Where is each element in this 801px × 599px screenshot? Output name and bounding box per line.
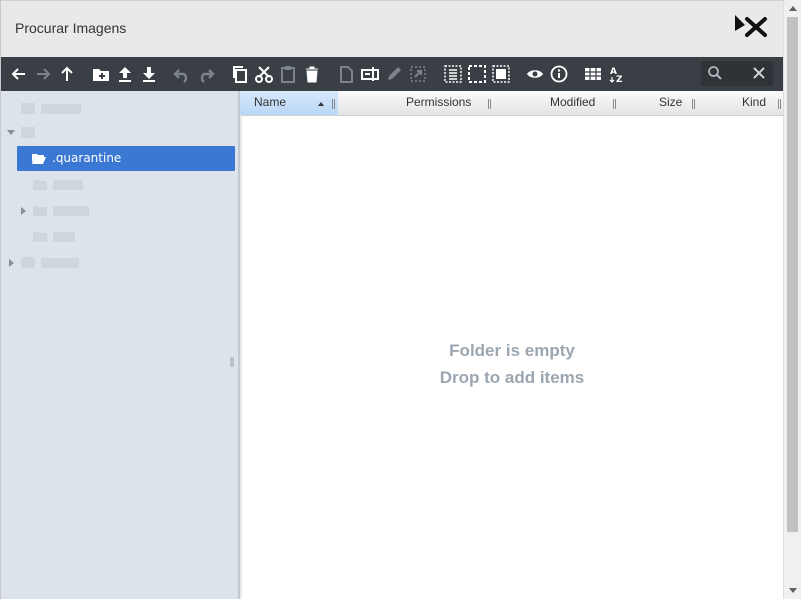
- drive-icon: [21, 257, 35, 268]
- back-icon[interactable]: [8, 63, 30, 85]
- file-browser-dialog: Procurar Imagens A Z .quarantine Name Pe…: [0, 0, 784, 599]
- dialog-titlebar: Procurar Imagens: [1, 0, 784, 57]
- blurred-label: [41, 104, 81, 114]
- folder-tree: .quarantine: [1, 91, 240, 599]
- chevron-right-icon[interactable]: [21, 207, 26, 215]
- tree-item[interactable]: [1, 252, 240, 274]
- column-resize-grip[interactable]: [778, 99, 781, 109]
- scroll-thumb[interactable]: [787, 17, 798, 532]
- clear-search-icon[interactable]: [751, 65, 767, 81]
- column-name[interactable]: Name: [254, 95, 286, 109]
- resize-handle[interactable]: [230, 357, 234, 367]
- search-box[interactable]: [701, 61, 773, 86]
- column-resize-grip[interactable]: [613, 99, 616, 109]
- sort-icon[interactable]: AZ: [606, 63, 628, 85]
- drive-icon: [21, 103, 35, 114]
- scroll-up-icon[interactable]: [789, 6, 797, 11]
- column-size[interactable]: Size: [659, 95, 682, 109]
- up-icon[interactable]: [56, 63, 78, 85]
- blurred-label: [53, 206, 89, 216]
- empty-folder-message: Folder is empty Drop to add items: [242, 337, 782, 391]
- tree-item[interactable]: [1, 122, 240, 144]
- tree-item[interactable]: [1, 200, 240, 222]
- cut-icon[interactable]: [253, 63, 275, 85]
- scroll-down-icon[interactable]: [789, 588, 797, 593]
- preview-icon[interactable]: [524, 63, 546, 85]
- column-header: Name Permissions Modified Size Kind: [240, 91, 784, 116]
- invert-selection-icon[interactable]: [490, 63, 512, 85]
- edit-icon[interactable]: [383, 63, 405, 85]
- resize-icon[interactable]: [407, 63, 429, 85]
- close-icon[interactable]: [731, 11, 771, 41]
- blurred-label: [53, 232, 75, 242]
- chevron-down-icon[interactable]: [7, 130, 15, 135]
- download-icon[interactable]: [138, 63, 160, 85]
- column-resize-grip[interactable]: [488, 99, 491, 109]
- undo-icon[interactable]: [171, 63, 193, 85]
- empty-line-2: Drop to add items: [439, 368, 585, 387]
- folder-icon: [33, 206, 47, 216]
- tree-item[interactable]: [1, 226, 240, 248]
- select-none-icon[interactable]: [466, 63, 488, 85]
- upload-icon[interactable]: [114, 63, 136, 85]
- blurred-label: [53, 180, 83, 190]
- tree-item-quarantine[interactable]: .quarantine: [17, 146, 235, 171]
- new-folder-icon[interactable]: [90, 63, 112, 85]
- paste-icon[interactable]: [277, 63, 299, 85]
- toolbar: AZ: [1, 57, 784, 91]
- duplicate-icon[interactable]: [335, 63, 357, 85]
- info-icon[interactable]: [548, 63, 570, 85]
- column-resize-grip[interactable]: [692, 99, 695, 109]
- sort-ascending-icon: [318, 102, 324, 106]
- dialog-title: Procurar Imagens: [15, 20, 127, 36]
- view-list-icon[interactable]: [582, 63, 604, 85]
- file-list-pane: Name Permissions Modified Size Kind Fold…: [240, 91, 784, 599]
- column-modified[interactable]: Modified: [550, 95, 595, 109]
- copy-icon[interactable]: [229, 63, 251, 85]
- folder-open-icon: [32, 154, 46, 164]
- rename-icon[interactable]: [359, 63, 381, 85]
- folder-icon: [33, 180, 47, 190]
- drive-icon: [21, 127, 35, 138]
- search-input[interactable]: [727, 63, 751, 85]
- tree-item[interactable]: [1, 98, 240, 120]
- tree-item[interactable]: [1, 174, 240, 196]
- redo-icon[interactable]: [195, 63, 217, 85]
- folder-icon: [33, 232, 47, 242]
- blurred-label: [41, 258, 79, 268]
- page-scrollbar[interactable]: [783, 0, 801, 599]
- column-kind[interactable]: Kind: [742, 95, 766, 109]
- column-permissions[interactable]: Permissions: [406, 95, 471, 109]
- search-icon: [708, 66, 722, 80]
- tree-item-label: .quarantine: [52, 151, 122, 165]
- empty-line-1: Folder is empty: [449, 341, 575, 360]
- column-resize-grip[interactable]: [332, 99, 335, 109]
- delete-icon[interactable]: [301, 63, 323, 85]
- svg-text:Z: Z: [616, 75, 623, 83]
- forward-icon[interactable]: [32, 63, 54, 85]
- select-all-icon[interactable]: [442, 63, 464, 85]
- chevron-right-icon[interactable]: [9, 259, 14, 267]
